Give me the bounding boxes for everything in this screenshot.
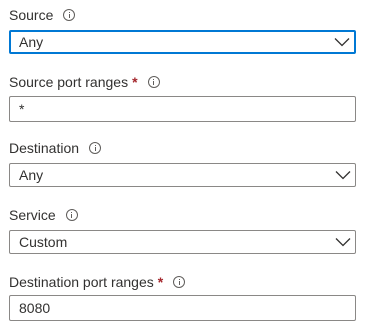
required-marker: * bbox=[132, 74, 138, 90]
source-port-ranges-label: Source port ranges bbox=[9, 74, 129, 90]
info-icon[interactable] bbox=[65, 209, 78, 221]
service-value: Custom bbox=[19, 234, 68, 250]
source-label-row: Source bbox=[9, 5, 357, 25]
destination-port-ranges-value: 8080 bbox=[19, 300, 51, 316]
service-field: Service Custom bbox=[9, 205, 357, 254]
destination-port-ranges-input[interactable]: 8080 bbox=[9, 295, 356, 321]
destination-port-ranges-field: Destination port ranges * 8080 bbox=[9, 272, 357, 321]
chevron-down-icon bbox=[335, 170, 351, 180]
destination-field: Destination Any bbox=[9, 138, 357, 187]
required-marker: * bbox=[157, 274, 164, 290]
info-icon[interactable] bbox=[147, 76, 160, 88]
source-port-ranges-label-row: Source port ranges * bbox=[9, 72, 357, 92]
info-icon[interactable] bbox=[89, 142, 102, 154]
source-dropdown[interactable]: Any bbox=[9, 30, 356, 54]
source-field: Source Any bbox=[9, 5, 357, 54]
destination-value: Any bbox=[19, 167, 44, 183]
chevron-down-icon bbox=[335, 237, 351, 247]
source-value: Any bbox=[19, 34, 44, 50]
info-icon[interactable] bbox=[63, 9, 76, 21]
source-port-ranges-field: Source port ranges * * bbox=[9, 72, 357, 122]
chevron-down-icon bbox=[334, 37, 350, 47]
service-label-row: Service bbox=[9, 205, 357, 225]
service-dropdown[interactable]: Custom bbox=[9, 230, 356, 254]
destination-port-ranges-label-row: Destination port ranges * bbox=[9, 272, 357, 292]
info-icon[interactable] bbox=[173, 276, 186, 288]
destination-port-ranges-label: Destination port ranges bbox=[9, 274, 154, 290]
destination-label-row: Destination bbox=[9, 138, 357, 158]
source-label: Source bbox=[9, 7, 54, 23]
source-port-ranges-value: * bbox=[19, 101, 25, 117]
service-label: Service bbox=[9, 207, 56, 223]
destination-label: Destination bbox=[9, 140, 80, 156]
source-port-ranges-input[interactable]: * bbox=[9, 96, 356, 122]
destination-dropdown[interactable]: Any bbox=[9, 163, 356, 187]
